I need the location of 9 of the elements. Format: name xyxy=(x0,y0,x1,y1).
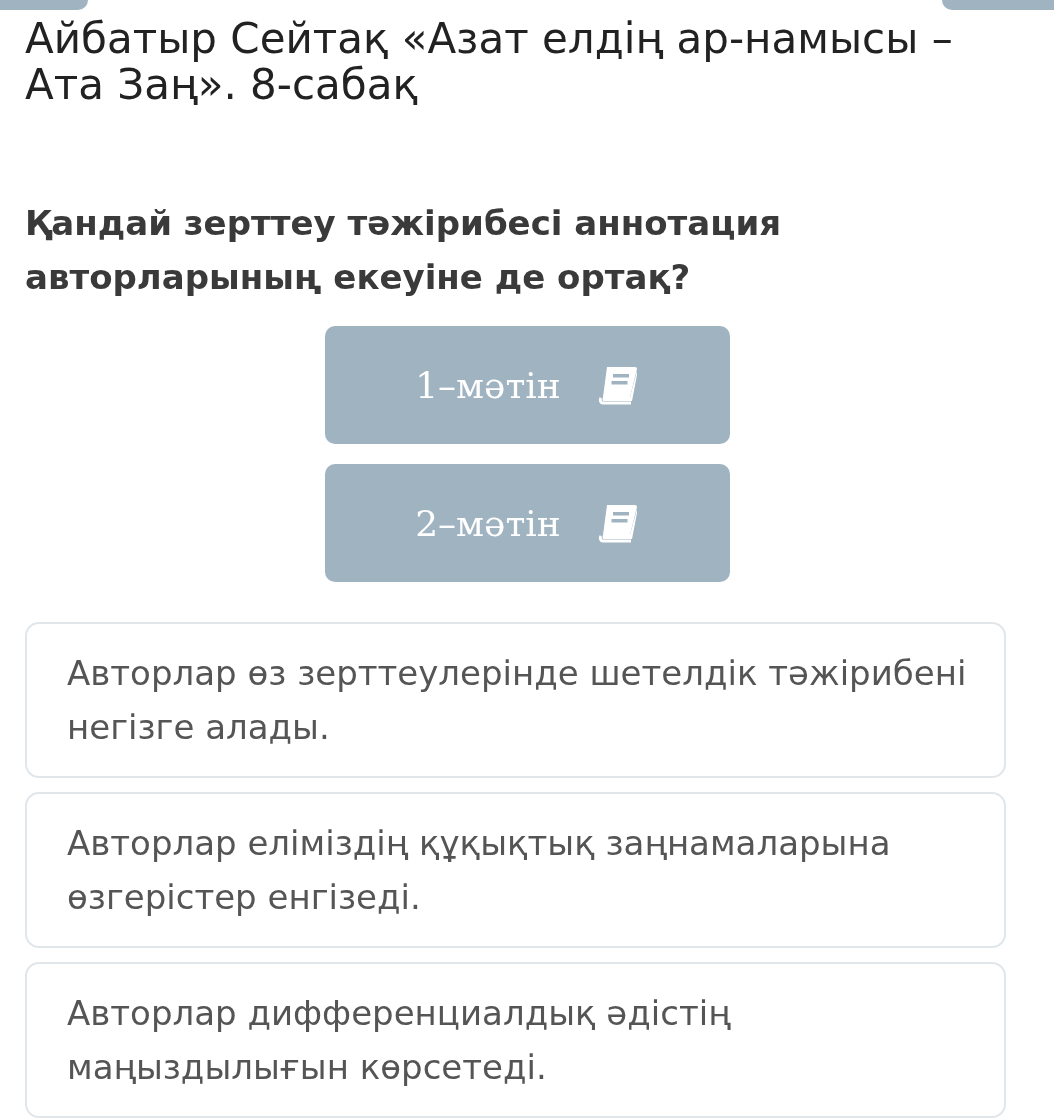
tab-edge[interactable] xyxy=(0,0,88,10)
answer-option[interactable]: Авторлар өз зерттеулерінде шетелдік тәжірибені негізге алады. xyxy=(25,622,1006,778)
book-icon xyxy=(596,365,639,405)
book-icon xyxy=(596,503,639,543)
answer-option[interactable]: Авторлар еліміздің құқықтық заңнамаларына өзгерістер енгізеді. xyxy=(25,792,1006,948)
question-text: Қандай зерттеу тәжірибесі аннотация авторларының екеуіне де ортақ? xyxy=(25,202,783,299)
lesson-title: Айбатыр Сейтақ «Азат елдің ар-намысы – Ата Заң». 8-сабақ xyxy=(25,16,954,108)
answer-option[interactable]: Авторлар дифференциалдық әдістің маңыздылығын көрсетеді. xyxy=(25,962,1006,1118)
tab-edge[interactable] xyxy=(942,0,1054,10)
